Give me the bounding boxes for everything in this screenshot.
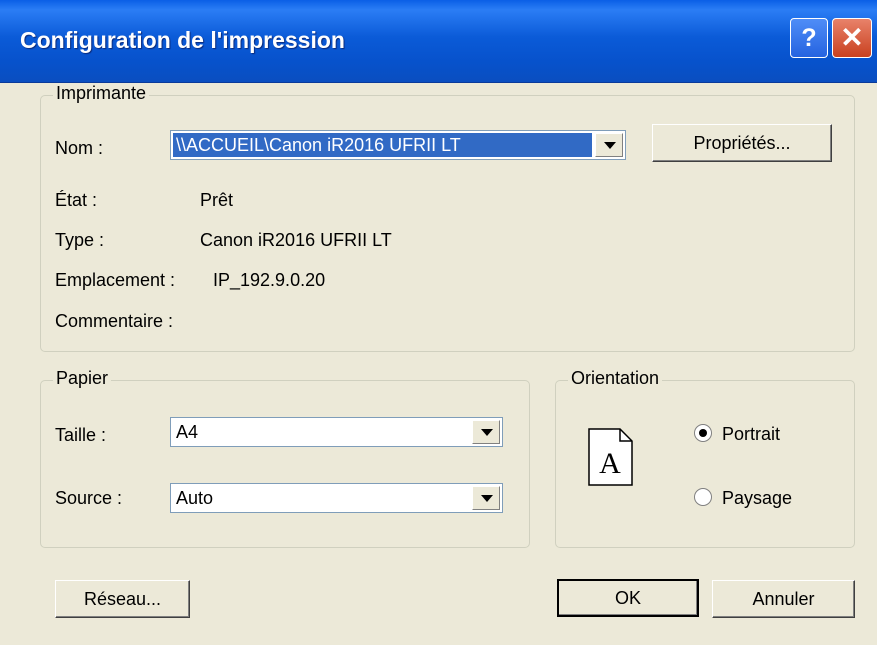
printer-name-label: Nom : [55,138,104,158]
title-bar[interactable]: Configuration de l'impression ? ✕ [0,0,877,83]
dropdown-arrow-icon[interactable] [472,420,500,444]
window-title: Configuration de l'impression [20,27,345,53]
comment-label: Commentaire : [55,311,174,331]
paper-size-label: Taille : [55,425,107,445]
paper-size-select[interactable]: A4 [170,417,503,447]
paper-source-label: Source : [55,488,123,508]
printer-group-legend: Imprimante [53,83,150,104]
dropdown-arrow-icon[interactable] [472,486,500,510]
landscape-label[interactable]: Paysage [722,488,792,509]
landscape-radio[interactable] [694,488,712,506]
close-button[interactable]: ✕ [832,18,872,58]
print-setup-dialog: Configuration de l'impression ? ✕ Imprim… [0,0,877,645]
paper-source-select[interactable]: Auto [170,483,503,513]
printer-name-select[interactable]: \\ACCUEIL\Canon iR2016 UFRII LT [170,130,626,160]
location-label: Emplacement : [55,270,176,290]
network-button[interactable]: Réseau... [55,580,190,618]
orientation-group-legend: Orientation [568,368,663,389]
portrait-page-icon: A [588,428,633,486]
paper-group: Papier [40,368,530,548]
page-icon-letter: A [599,447,621,480]
help-button[interactable]: ? [790,18,828,58]
state-value: Prêt [200,190,234,210]
state-label: État : [55,190,98,210]
paper-source-value: Auto [176,488,214,508]
portrait-label[interactable]: Portrait [722,424,780,445]
location-value: IP_192.9.0.20 [213,270,326,290]
cancel-button[interactable]: Annuler [712,580,855,618]
paper-group-legend: Papier [53,368,112,389]
paper-size-value: A4 [176,422,199,442]
type-value: Canon iR2016 UFRII LT [200,230,392,250]
printer-name-value: \\ACCUEIL\Canon iR2016 UFRII LT [173,133,592,157]
portrait-radio[interactable] [694,424,712,442]
ok-button[interactable]: OK [557,579,699,617]
dropdown-arrow-icon[interactable] [595,133,623,157]
radio-selected-dot [699,429,707,437]
type-label: Type : [55,230,105,250]
properties-button[interactable]: Propriétés... [652,124,832,162]
